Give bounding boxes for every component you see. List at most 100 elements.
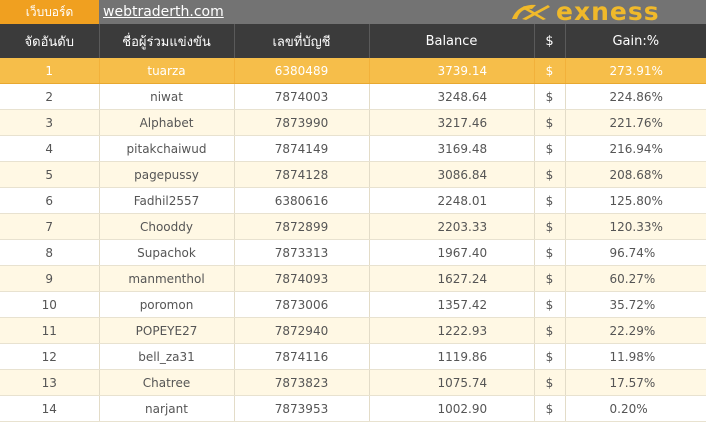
currency-cell: $ [534, 395, 566, 422]
gain-cell: 224.86% [565, 83, 706, 110]
table-row: 14 narjant 7873953 1002.90 $0.20% [0, 395, 706, 422]
col-gain: Gain:% [565, 24, 706, 58]
rank-cell: 14 [0, 395, 100, 422]
name-cell: Fadhil2557 [99, 187, 235, 214]
account-cell: 6380489 [234, 58, 370, 84]
name-cell: Chatree [99, 369, 235, 396]
rank-cell: 7 [0, 213, 100, 240]
balance-cell: 3169.48 [369, 135, 535, 162]
webboard-tab[interactable]: เว็บบอร์ด [0, 0, 99, 24]
currency-cell: $ [534, 161, 566, 188]
table-row: 11 POPEYE27 7872940 1222.93 $22.29% [0, 317, 706, 344]
name-cell: Chooddy [99, 213, 235, 240]
currency-cell: $ [534, 291, 566, 318]
name-cell: bell_za31 [99, 343, 235, 370]
col-rank: จัดอันดับ [0, 24, 100, 58]
table-row: 7 Chooddy 7872899 2203.33 $120.33% [0, 213, 706, 240]
balance-cell: 1002.90 [369, 395, 535, 422]
gain-cell: 273.91% [565, 58, 706, 84]
account-cell: 7873313 [234, 239, 370, 266]
balance-cell: 1222.93 [369, 317, 535, 344]
exness-logo-icon [512, 4, 550, 20]
gain-cell: 125.80% [565, 187, 706, 214]
table-row: 4 pitakchaiwud 7874149 3169.48 $216.94% [0, 135, 706, 162]
balance-cell: 1627.24 [369, 265, 535, 292]
name-cell: narjant [99, 395, 235, 422]
name-cell: Alphabet [99, 109, 235, 136]
balance-cell: 1357.42 [369, 291, 535, 318]
table-row: 13 Chatree 7873823 1075.74 $17.57% [0, 369, 706, 396]
rank-cell: 4 [0, 135, 100, 162]
top-bar: เว็บบอร์ด webtraderth.com exness [0, 0, 706, 26]
account-cell: 6380616 [234, 187, 370, 214]
currency-cell: $ [534, 239, 566, 266]
table-body: 1 tuarza 6380489 3739.14 $273.91% 2 niwat 78740… [0, 58, 706, 422]
table-row: 3 Alphabet 7873990 3217.46 $221.76% [0, 109, 706, 136]
balance-cell: 1119.86 [369, 343, 535, 370]
table-row: 8 Supachok 7873313 1967.40 $96.74% [0, 239, 706, 266]
col-account: เลขที่บัญชี [234, 24, 370, 58]
name-cell: tuarza [99, 58, 235, 84]
name-cell: poromon [99, 291, 235, 318]
brand-logo: exness [508, 0, 706, 26]
balance-cell: 1075.74 [369, 369, 535, 396]
table-row: 10 poromon 7873006 1357.42 $35.72% [0, 291, 706, 318]
rank-cell: 11 [0, 317, 100, 344]
account-cell: 7873990 [234, 109, 370, 136]
col-balance: Balance [369, 24, 535, 58]
balance-cell: 1967.40 [369, 239, 535, 266]
gain-cell: 0.20% [565, 395, 706, 422]
balance-cell: 3086.84 [369, 161, 535, 188]
gain-cell: 221.76% [565, 109, 706, 136]
account-cell: 7873006 [234, 291, 370, 318]
rank-cell: 9 [0, 265, 100, 292]
gain-cell: 120.33% [565, 213, 706, 240]
rank-cell: 8 [0, 239, 100, 266]
table-row: 5 pagepussy 7874128 3086.84 $208.68% [0, 161, 706, 188]
currency-cell: $ [534, 369, 566, 396]
rank-cell: 13 [0, 369, 100, 396]
currency-cell: $ [534, 317, 566, 344]
table-row: 2 niwat 7874003 3248.64 $224.86% [0, 83, 706, 110]
gain-cell: 96.74% [565, 239, 706, 266]
name-cell: Supachok [99, 239, 235, 266]
currency-cell: $ [534, 343, 566, 370]
gain-cell: 60.27% [565, 265, 706, 292]
currency-cell: $ [534, 213, 566, 240]
table-header-row: จัดอันดับ ชื่อผู้ร่วมแข่งขัน เลขที่บัญชี… [0, 24, 706, 58]
account-cell: 7872940 [234, 317, 370, 344]
rank-cell: 1 [0, 58, 100, 84]
table-row: 9 manmenthol 7874093 1627.24 $60.27% [0, 265, 706, 292]
gain-cell: 35.72% [565, 291, 706, 318]
rank-cell: 10 [0, 291, 100, 318]
account-cell: 7872899 [234, 213, 370, 240]
balance-cell: 3217.46 [369, 109, 535, 136]
table-row: 12 bell_za31 7874116 1119.86 $11.98% [0, 343, 706, 370]
account-cell: 7874128 [234, 161, 370, 188]
brand-name: exness [556, 0, 660, 26]
currency-cell: $ [534, 265, 566, 292]
table-row: 1 tuarza 6380489 3739.14 $273.91% [0, 58, 706, 84]
col-name: ชื่อผู้ร่วมแข่งขัน [99, 24, 235, 58]
rank-cell: 3 [0, 109, 100, 136]
col-currency: $ [534, 24, 566, 58]
gain-cell: 216.94% [565, 135, 706, 162]
balance-cell: 3248.64 [369, 83, 535, 110]
account-cell: 7873953 [234, 395, 370, 422]
currency-cell: $ [534, 187, 566, 214]
currency-cell: $ [534, 83, 566, 110]
currency-cell: $ [534, 135, 566, 162]
account-cell: 7873823 [234, 369, 370, 396]
balance-cell: 2203.33 [369, 213, 535, 240]
name-cell: pagepussy [99, 161, 235, 188]
gain-cell: 17.57% [565, 369, 706, 396]
rank-cell: 6 [0, 187, 100, 214]
gain-cell: 11.98% [565, 343, 706, 370]
currency-cell: $ [534, 58, 566, 84]
name-cell: pitakchaiwud [99, 135, 235, 162]
site-link[interactable]: webtraderth.com [103, 0, 224, 24]
account-cell: 7874149 [234, 135, 370, 162]
table-row: 6 Fadhil2557 6380616 2248.01 $125.80% [0, 187, 706, 214]
rank-cell: 2 [0, 83, 100, 110]
gain-cell: 22.29% [565, 317, 706, 344]
